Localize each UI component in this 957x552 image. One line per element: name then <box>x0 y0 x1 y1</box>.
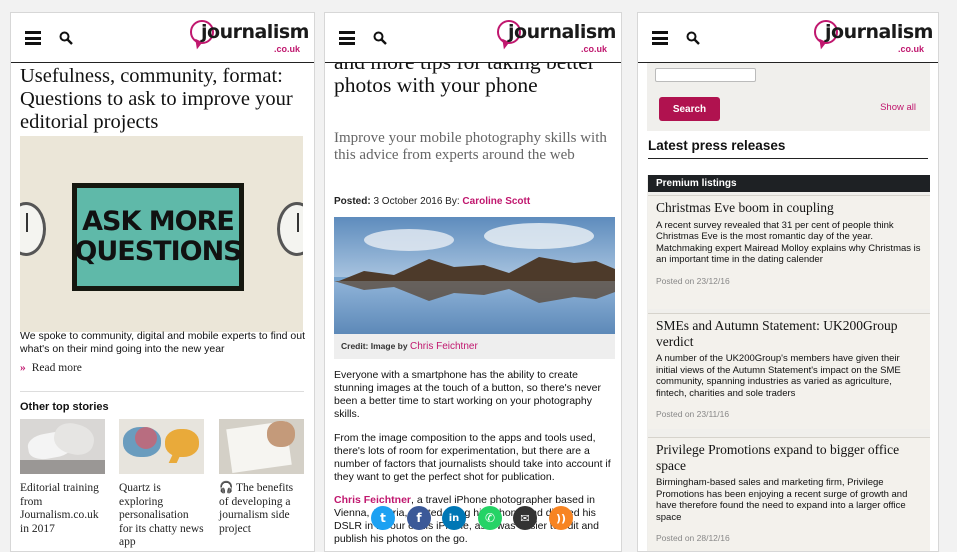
phone-screen-press-releases: journalism .co.uk Search Show all Latest… <box>637 12 939 552</box>
article-subtitle: Improve your mobile photography skills w… <box>334 130 607 163</box>
feature-description: We spoke to community, digital and mobil… <box>20 330 306 355</box>
poster: ASK MORE QUESTIONS <box>72 183 244 291</box>
search-icon[interactable] <box>686 31 700 45</box>
poster-line-2: QUESTIONS <box>74 236 242 267</box>
press-release-date: Posted on 28/12/16 <box>656 533 730 543</box>
top-bar: journalism .co.uk <box>638 13 938 63</box>
press-release-title[interactable]: SMEs and Autumn Statement: UK200Group ve… <box>656 318 923 349</box>
read-more-label: Read more <box>31 362 82 374</box>
hamburger-menu-icon[interactable] <box>339 31 355 45</box>
credit-link[interactable]: Chris Feichtner <box>410 341 478 352</box>
email-icon[interactable]: ✉ <box>513 506 537 530</box>
story-thumbnail <box>20 419 105 474</box>
by-label: By: <box>445 196 460 207</box>
logo-domain: .co.uk <box>273 44 300 54</box>
press-release-desc: Birmingham-based sales and marketing fir… <box>656 477 908 523</box>
press-release-title[interactable]: Privilege Promotions expand to bigger of… <box>656 442 923 473</box>
article-figure: Credit: Image by Chris Feichtner <box>334 217 615 359</box>
feature-headline[interactable]: Usefulness, community, format: Questions… <box>20 65 310 134</box>
search-icon[interactable] <box>59 31 73 45</box>
search-button[interactable]: Search <box>659 97 720 121</box>
story-card[interactable]: 🎧 The benefits of developing a journalis… <box>219 419 304 536</box>
photographer-link[interactable]: Chris Feichtner <box>334 494 411 506</box>
press-release-item[interactable]: SMEs and Autumn Statement: UK200Group ve… <box>648 313 930 429</box>
story-card[interactable]: Quartz is exploring personalisation for … <box>119 419 204 550</box>
chevron-right-icon: » <box>20 362 26 374</box>
author-link[interactable]: Caroline Scott <box>462 196 530 207</box>
story-card[interactable]: Editorial training from Journalism.co.uk… <box>20 419 105 536</box>
top-bar: journalism .co.uk <box>11 13 314 63</box>
rss-icon[interactable]: )) <box>549 506 573 530</box>
search-icon[interactable] <box>373 31 387 45</box>
divider <box>648 158 928 159</box>
other-stories-heading: Other top stories <box>20 401 109 413</box>
feature-image[interactable]: ASK MORE QUESTIONS <box>20 136 303 332</box>
press-release-desc: A number of the UK200Group's members hav… <box>656 353 901 399</box>
read-more-link[interactable]: » Read more <box>20 362 82 374</box>
clock-left <box>20 202 46 256</box>
linkedin-icon[interactable]: in <box>442 506 466 530</box>
site-logo[interactable]: journalism .co.uk <box>190 19 309 57</box>
article-meta: Posted: 3 October 2016 By: Caroline Scot… <box>334 196 530 207</box>
twitter-icon[interactable]: t <box>371 506 395 530</box>
site-logo[interactable]: journalism .co.uk <box>497 19 616 57</box>
story-thumbnail <box>119 419 204 474</box>
top-bar: journalism .co.uk <box>325 13 621 63</box>
clock-right <box>277 202 303 256</box>
press-search-input[interactable] <box>655 68 756 82</box>
press-release-date: Posted on 23/11/16 <box>656 409 730 419</box>
story-title: Editorial training from Journalism.co.uk… <box>20 482 99 535</box>
article-paragraph: Everyone with a smartphone has the abili… <box>334 369 602 420</box>
posted-date: 3 October 2016 <box>373 196 443 207</box>
divider <box>20 391 304 392</box>
press-release-desc: A recent survey revealed that 31 per cen… <box>656 219 921 266</box>
phone-screen-home: journalism .co.uk Usefulness, community,… <box>10 12 315 552</box>
press-release-date: Posted on 23/12/16 <box>656 275 730 286</box>
press-release-title[interactable]: Christmas Eve boom in coupling <box>656 200 923 216</box>
logo-domain: .co.uk <box>580 44 607 54</box>
whatsapp-icon[interactable]: ✆ <box>478 506 502 530</box>
hamburger-menu-icon[interactable] <box>652 31 668 45</box>
site-logo[interactable]: journalism .co.uk <box>814 19 933 57</box>
story-title: Quartz is exploring personalisation for … <box>119 482 204 548</box>
article-photo[interactable] <box>334 217 615 334</box>
story-thumbnail <box>219 419 304 474</box>
phone-screen-article: and more tips for taking better photos w… <box>324 12 622 552</box>
image-credit: Credit: Image by Chris Feichtner <box>341 341 478 352</box>
facebook-icon[interactable]: f <box>407 506 431 530</box>
show-all-link[interactable]: Show all <box>880 102 916 113</box>
logo-wordmark: journalism <box>201 21 309 43</box>
premium-listings-bar: Premium listings <box>648 175 930 192</box>
latest-press-heading: Latest press releases <box>648 138 786 153</box>
logo-wordmark: journalism <box>825 21 933 43</box>
logo-domain: .co.uk <box>897 44 924 54</box>
logo-wordmark: journalism <box>508 21 616 43</box>
press-release-item[interactable]: Christmas Eve boom in coupling A recent … <box>648 195 930 309</box>
posted-label: Posted: <box>334 196 371 207</box>
hamburger-menu-icon[interactable] <box>25 31 41 45</box>
headphones-icon: 🎧 <box>219 482 236 494</box>
poster-line-1: ASK MORE <box>82 206 235 237</box>
story-title: 🎧 The benefits of developing a journalis… <box>219 482 304 536</box>
credit-label: Credit: Image by <box>341 341 408 351</box>
press-release-item[interactable]: Privilege Promotions expand to bigger of… <box>648 437 930 551</box>
article-paragraph: From the image composition to the apps a… <box>334 432 611 483</box>
